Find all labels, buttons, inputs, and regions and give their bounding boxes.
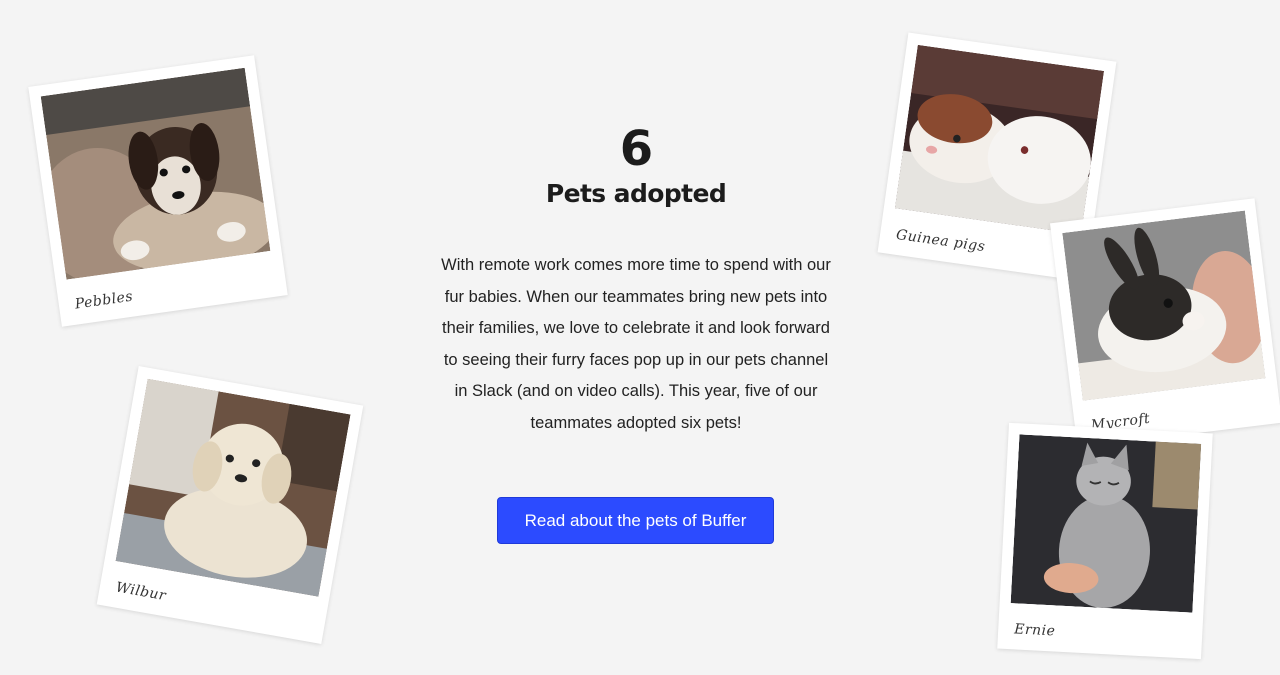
polaroid-wilbur: Wilbur [96, 366, 364, 644]
dog-photo [115, 378, 351, 597]
pets-section: 6 Pets adopted With remote work comes mo… [0, 0, 1280, 675]
stat-label: Pets adopted [545, 179, 727, 208]
description-text: With remote work comes more time to spen… [441, 256, 831, 432]
dog-photo [40, 67, 271, 280]
stat-number: 6 [619, 121, 653, 177]
rabbit-photo [1062, 210, 1266, 401]
read-about-pets-button[interactable]: Read about the pets of Buffer [497, 497, 774, 544]
pet-caption: Wilbur [114, 579, 168, 605]
pet-caption: Pebbles [73, 288, 135, 313]
guinea-pig-photo [894, 44, 1105, 235]
pet-caption: Ernie [1013, 621, 1056, 640]
polaroid-pebbles: Pebbles [28, 55, 288, 327]
polaroid-ernie: Ernie [997, 422, 1213, 660]
cat-photo [1010, 434, 1202, 613]
pet-caption: Guinea pigs [895, 226, 987, 256]
stat-block: 6 Pets adopted With remote work comes mo… [436, 118, 836, 439]
polaroid-mycroft: Mycroft [1049, 198, 1280, 448]
